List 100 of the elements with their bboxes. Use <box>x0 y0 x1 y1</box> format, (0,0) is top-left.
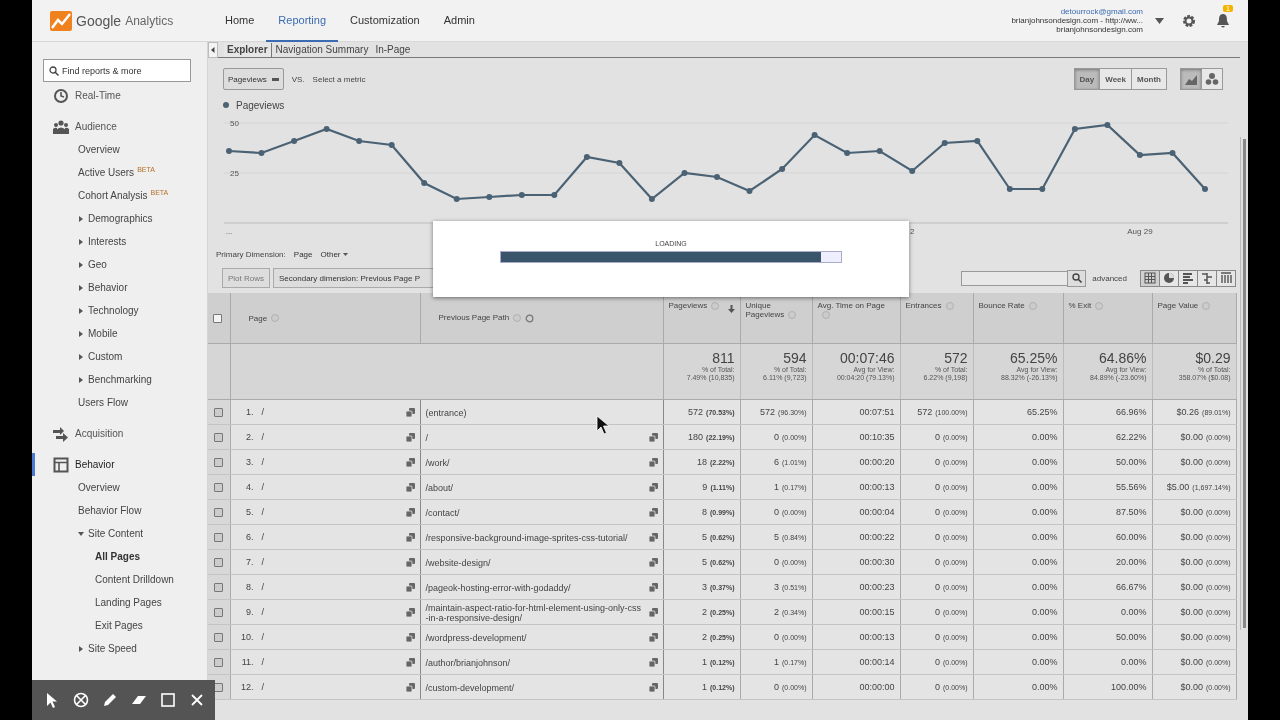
nav-item[interactable]: Interests <box>88 236 127 247</box>
path-link[interactable]: (entrance) <box>425 406 658 418</box>
collapsed-triangle-icon[interactable] <box>78 215 84 222</box>
page-link[interactable]: / <box>259 532 264 542</box>
nav-item[interactable]: Overview <box>78 482 120 493</box>
nav-item[interactable]: Active Users <box>78 167 135 178</box>
row-checkbox[interactable] <box>214 533 224 543</box>
collapsed-triangle-icon[interactable] <box>78 645 84 652</box>
path-link[interactable]: /custom-development/ <box>425 681 643 693</box>
column-header[interactable]: Entrances <box>900 293 973 344</box>
metric-dropdown[interactable]: Pageviews <box>223 68 284 90</box>
collapsed-triangle-icon[interactable] <box>78 307 84 314</box>
row-checkbox[interactable] <box>214 633 224 643</box>
nav-item[interactable]: Site Speed <box>88 643 137 654</box>
collapsed-triangle-icon[interactable] <box>78 330 84 337</box>
link-icon[interactable] <box>648 557 658 567</box>
column-header[interactable]: Page Value <box>1152 293 1236 344</box>
nav-item[interactable]: Behavior Flow <box>78 505 142 516</box>
chart-type-button[interactable] <box>1201 68 1223 90</box>
path-link[interactable]: /website-design/ <box>425 556 643 568</box>
nav-item[interactable]: Content Drilldown <box>95 574 174 585</box>
row-checkbox[interactable] <box>214 558 224 568</box>
link-icon[interactable] <box>405 682 415 692</box>
view-button[interactable] <box>1178 269 1198 287</box>
link-icon[interactable] <box>648 532 658 542</box>
nav-item[interactable]: Technology <box>88 305 139 316</box>
path-link[interactable]: /maintain-aspect-ratio-for-html-element-using-only-css-in-a-responsive-design/ <box>425 601 643 623</box>
link-icon[interactable] <box>405 557 415 567</box>
chart-type-button[interactable] <box>1180 68 1202 90</box>
collapsed-triangle-icon[interactable] <box>78 261 84 268</box>
tab[interactable]: Navigation Summary <box>272 43 372 57</box>
collapsed-triangle-icon[interactable] <box>78 353 84 360</box>
view-button[interactable] <box>1197 269 1217 287</box>
page-link[interactable]: / <box>259 632 264 642</box>
period-button[interactable]: Week <box>1099 68 1132 90</box>
settings-icon[interactable] <box>1182 13 1196 28</box>
path-link[interactable]: /about/ <box>425 481 643 493</box>
column-header[interactable]: Page <box>230 293 420 344</box>
link-icon[interactable] <box>405 632 415 642</box>
bell-icon[interactable] <box>1216 12 1230 29</box>
row-checkbox[interactable] <box>214 458 224 468</box>
link-icon[interactable] <box>648 507 658 517</box>
nav-section[interactable]: Real-Time <box>75 90 121 101</box>
path-link[interactable]: /pageok-hosting-error-with-godaddy/ <box>425 581 643 593</box>
link-icon[interactable] <box>648 482 658 492</box>
column-header[interactable]: Bounce Rate <box>973 293 1063 344</box>
link-icon[interactable] <box>648 582 658 592</box>
link-icon[interactable] <box>648 432 658 442</box>
filter-field[interactable] <box>961 270 1069 286</box>
view-button[interactable] <box>1216 269 1236 287</box>
path-link[interactable]: /author/brianjohnson/ <box>425 656 643 668</box>
page-link[interactable]: / <box>259 482 264 492</box>
link-icon[interactable] <box>405 532 415 542</box>
view-button[interactable] <box>1159 269 1179 287</box>
row-checkbox[interactable] <box>214 508 224 518</box>
page-link[interactable]: / <box>259 407 264 417</box>
nav-item[interactable]: Behavior <box>88 282 128 293</box>
page-link[interactable]: / <box>259 507 264 517</box>
nav-item[interactable]: Exit Pages <box>95 620 143 631</box>
link-icon[interactable] <box>405 457 415 467</box>
pointer-icon[interactable] <box>44 692 60 708</box>
nav-item[interactable]: All Pages <box>95 551 141 562</box>
nav-item[interactable]: Site Content <box>88 528 144 539</box>
path-link[interactable]: /wordpress-development/ <box>425 631 643 643</box>
nav-item[interactable]: Overview <box>78 144 120 155</box>
link-icon[interactable] <box>648 657 658 667</box>
nav-link[interactable]: Admin <box>431 0 487 42</box>
nav-section[interactable]: Acquisition <box>75 428 124 439</box>
path-link[interactable]: /contact/ <box>425 506 643 518</box>
nav-section[interactable]: Behavior <box>75 459 115 470</box>
link-icon[interactable] <box>648 457 658 467</box>
row-checkbox[interactable] <box>214 608 224 618</box>
link-icon[interactable] <box>405 407 415 417</box>
column-header[interactable]: % Exit <box>1063 293 1152 344</box>
nav-item[interactable]: Landing Pages <box>95 597 162 608</box>
page-link[interactable]: / <box>259 432 264 442</box>
row-checkbox[interactable] <box>214 433 224 443</box>
nav-item[interactable]: Cohort Analysis <box>78 190 148 201</box>
square-icon[interactable] <box>160 692 176 708</box>
aperture-icon[interactable] <box>73 692 89 708</box>
collapsed-triangle-icon[interactable] <box>78 238 84 245</box>
link-icon[interactable] <box>405 432 415 442</box>
collapsed-triangle-icon[interactable] <box>78 376 84 383</box>
search-button[interactable] <box>1067 269 1087 287</box>
close-icon[interactable] <box>189 692 205 708</box>
plot-rows-button[interactable]: Plot Rows <box>222 268 270 288</box>
page-link[interactable]: / <box>259 657 264 667</box>
pencil-icon[interactable] <box>102 692 118 708</box>
link-icon[interactable] <box>648 607 658 617</box>
other-dropdown[interactable]: Other <box>320 249 348 259</box>
row-checkbox[interactable] <box>214 583 224 593</box>
link-icon[interactable] <box>405 507 415 517</box>
page-link[interactable]: / <box>259 607 264 617</box>
nav-item[interactable]: Benchmarking <box>88 374 152 385</box>
search-field[interactable]: Find reports & more <box>43 59 191 82</box>
row-checkbox[interactable] <box>214 483 224 493</box>
row-checkbox[interactable] <box>214 658 224 668</box>
link-icon[interactable] <box>405 482 415 492</box>
nav-link[interactable]: Customization <box>338 0 432 42</box>
period-button[interactable]: Day <box>1073 68 1101 90</box>
